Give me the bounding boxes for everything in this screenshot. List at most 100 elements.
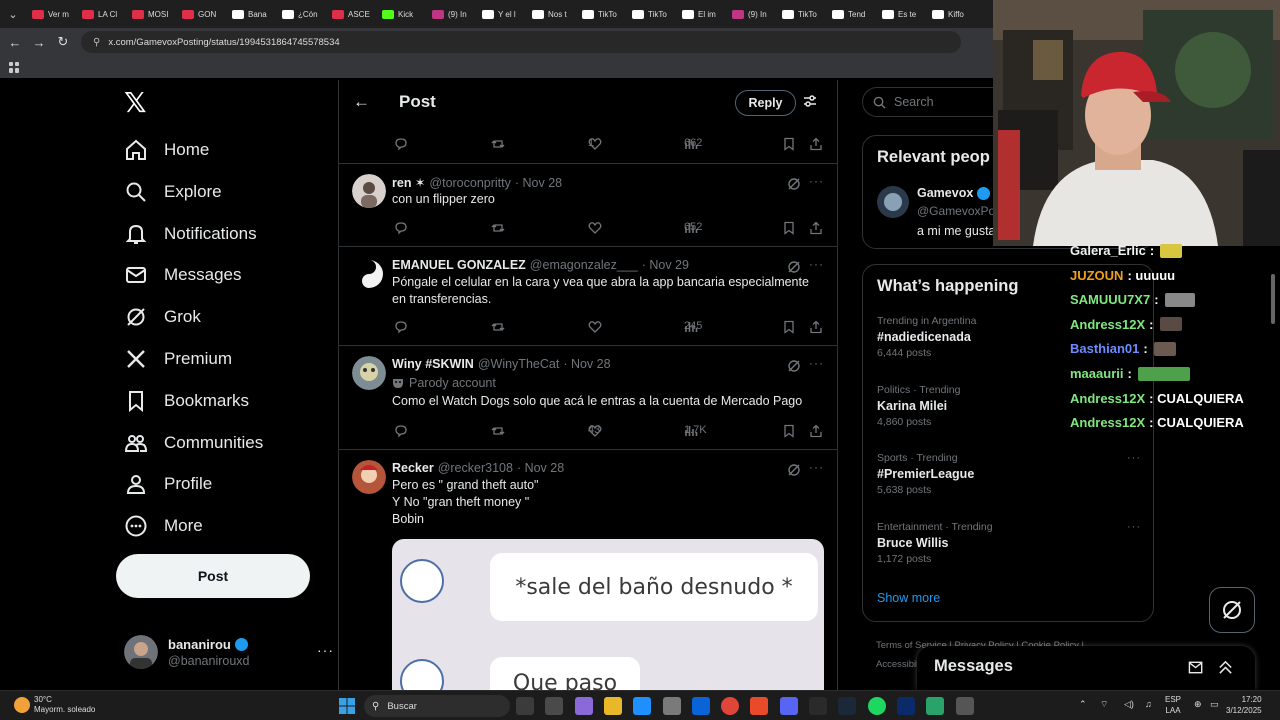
grok-icon[interactable] <box>787 177 801 191</box>
page-scrollbar[interactable] <box>1270 268 1276 628</box>
account-switcher[interactable]: bananirou @bananirouxd ··· <box>124 632 333 672</box>
browser-tab[interactable]: Kiffo <box>926 0 976 28</box>
author-handle[interactable]: @WinyTheCat <box>478 357 559 371</box>
reply-button[interactable] <box>394 137 414 151</box>
new-message-icon[interactable] <box>1188 659 1205 676</box>
browser-tab[interactable]: El im <box>676 0 726 28</box>
browser-tab[interactable]: Kick <box>376 0 426 28</box>
share-button[interactable] <box>809 137 829 151</box>
trend-item[interactable]: Entertainment · Trending Bruce Willis 1,17… <box>877 521 1141 565</box>
like-button[interactable] <box>588 221 608 235</box>
browser-tab[interactable]: (9) In <box>726 0 776 28</box>
browser-tab[interactable]: TikTo <box>776 0 826 28</box>
nav-item-messages[interactable]: Messages <box>124 257 241 293</box>
taskbar-clock[interactable]: 17:20 3/12/2025 <box>1226 694 1262 716</box>
author-name[interactable]: Winy #SKWIN <box>392 357 474 371</box>
task-view-icon[interactable] <box>516 697 534 715</box>
author-name[interactable]: Recker <box>392 461 434 475</box>
windows-start-icon[interactable] <box>338 697 356 715</box>
back-arrow-icon[interactable]: ← <box>353 92 371 112</box>
nav-item-premium[interactable]: Premium <box>124 341 232 377</box>
views-button[interactable]: 1.7K <box>684 424 707 438</box>
nav-item-bookmarks[interactable]: Bookmarks <box>124 383 249 419</box>
expand-drawer-icon[interactable] <box>1217 659 1234 676</box>
nav-item-communities[interactable]: Communities <box>124 425 263 461</box>
bookmark-button[interactable] <box>782 320 802 334</box>
author-handle[interactable]: @recker3108 <box>438 461 513 475</box>
author-name[interactable]: EMANUEL GONZALEZ <box>392 258 526 272</box>
url-field[interactable]: ⚲ x.com/GamevoxPosting/status/1994531864… <box>81 31 961 53</box>
browser-tab[interactable]: MOSI <box>126 0 176 28</box>
tray-overflow-icon[interactable]: ⌃ <box>1079 699 1087 710</box>
author-handle[interactable]: @toroconpritty <box>429 176 510 190</box>
avatar[interactable] <box>352 460 386 494</box>
browser-tab[interactable]: Nos t <box>526 0 576 28</box>
avatar[interactable] <box>877 186 909 218</box>
file-explorer-icon[interactable] <box>603 697 622 715</box>
edge-icon[interactable] <box>633 697 652 715</box>
grok-icon[interactable] <box>787 463 801 477</box>
nav-item-grok[interactable]: Grok <box>124 299 201 335</box>
views-button[interactable]: 662 <box>684 137 704 151</box>
post-date[interactable]: · Nov 28 <box>563 357 610 371</box>
nav-item-more[interactable]: More <box>124 508 203 544</box>
site-info-icon[interactable]: ⚲ <box>93 37 100 48</box>
relevant-user-name[interactable]: Gamevox <box>917 186 973 200</box>
post-date[interactable]: · Nov 29 <box>642 258 689 272</box>
grok-icon[interactable] <box>787 260 801 274</box>
nav-item-notifications[interactable]: Notifications <box>124 216 257 252</box>
trend-more-icon[interactable]: ··· <box>1127 452 1141 464</box>
discord-icon[interactable] <box>779 697 798 715</box>
post-date[interactable]: · Nov 28 <box>515 176 562 190</box>
repost-button[interactable] <box>491 320 511 334</box>
capcut-icon[interactable] <box>809 697 827 715</box>
wifi-icon[interactable]: ⌔ <box>1100 699 1108 710</box>
post-more-icon[interactable]: ··· <box>809 257 824 271</box>
nav-item-explore[interactable]: Explore <box>124 174 222 210</box>
forward-icon[interactable]: → <box>27 28 51 56</box>
share-button[interactable] <box>809 320 829 334</box>
repost-button[interactable] <box>491 137 511 151</box>
photoshop-icon[interactable] <box>896 697 915 715</box>
app-icon[interactable] <box>750 697 769 715</box>
reload-icon[interactable]: ↻ <box>51 28 75 56</box>
like-button[interactable] <box>588 320 608 334</box>
taskbar-search[interactable]: ⚲ Buscar <box>364 695 510 717</box>
trend-item[interactable]: Sports · Trending #PremierLeague 5,638 pos… <box>877 452 1141 496</box>
volume-icon[interactable]: ◁) <box>1124 699 1134 710</box>
network-icon[interactable]: ⊕ <box>1194 699 1202 710</box>
bookmark-button[interactable] <box>782 424 802 438</box>
browser-tab[interactable]: TikTo <box>576 0 626 28</box>
reply-button[interactable] <box>394 424 414 438</box>
like-button[interactable]: 43 <box>588 424 608 438</box>
author-handle[interactable]: @emagonzalez___ <box>530 258 638 272</box>
browser-tab[interactable]: ¿Cón <box>276 0 326 28</box>
author-name[interactable]: ren ✶ <box>392 175 425 190</box>
battery-icon[interactable]: ▭ <box>1210 699 1219 710</box>
apps-grid-icon[interactable] <box>9 61 20 73</box>
settings-icon[interactable] <box>955 697 974 715</box>
share-button[interactable] <box>809 221 829 235</box>
avatar[interactable] <box>352 356 386 390</box>
x-logo-icon[interactable]: 𝕏 <box>124 89 150 117</box>
browser-tab[interactable]: TikTo <box>626 0 676 28</box>
repost-button[interactable] <box>491 221 511 235</box>
account-more-icon[interactable]: ··· <box>317 642 334 658</box>
browser-tab[interactable]: Y el l <box>476 0 526 28</box>
browser-tab[interactable]: (9) In <box>426 0 476 28</box>
browser-tab[interactable]: Bana <box>226 0 276 28</box>
outlook-icon[interactable] <box>691 697 710 715</box>
reply-post[interactable]: ren ✶ @toroconpritty · Nov 28 ··· con un fli… <box>339 163 837 246</box>
avatar[interactable] <box>352 174 386 208</box>
reply-post[interactable]: Recker @recker3108 · Nov 28 ··· Pero es " gr… <box>339 449 837 690</box>
app-icon[interactable] <box>926 697 945 715</box>
avatar[interactable] <box>352 257 386 291</box>
nav-item-home[interactable]: Home <box>124 132 209 168</box>
weather-widget[interactable]: 30°C Mayorm. soleado <box>14 695 95 715</box>
post-button[interactable]: Post <box>116 554 310 598</box>
bookmark-button[interactable] <box>782 137 802 151</box>
chrome-icon[interactable] <box>721 697 740 715</box>
grok-floating-button[interactable] <box>1209 587 1255 633</box>
browser-tab[interactable]: GON <box>176 0 226 28</box>
reply-button[interactable] <box>394 221 414 235</box>
